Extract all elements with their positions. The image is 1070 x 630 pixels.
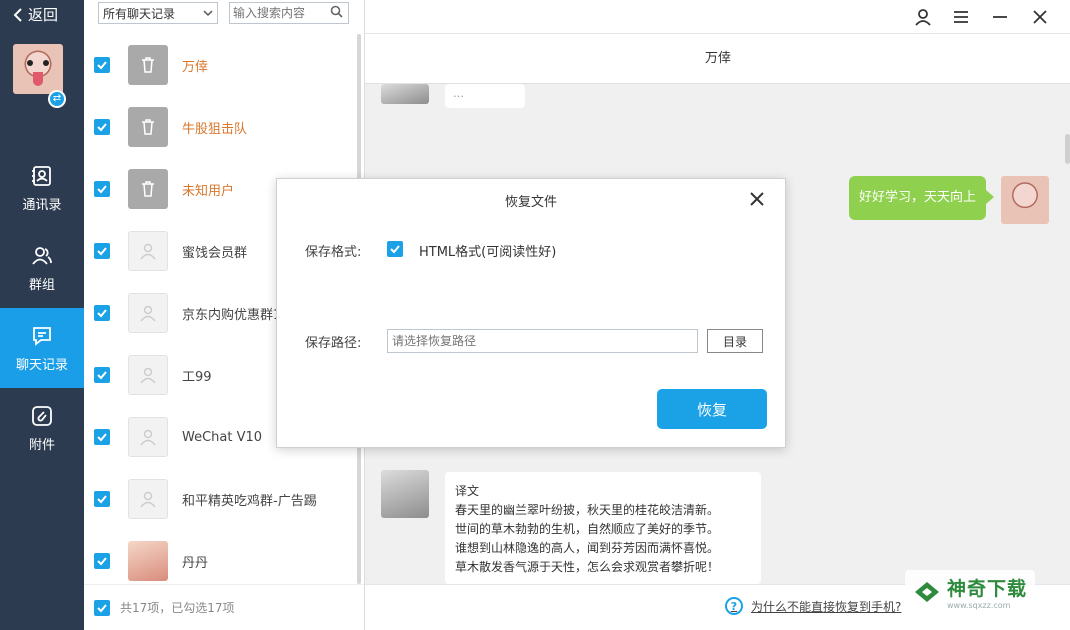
watermark-url: www.sqxzz.com — [947, 601, 1011, 610]
help-link[interactable]: ? 为什么不能直接恢复到手机? — [725, 597, 901, 615]
restore-file-dialog: 恢复文件 保存格式: HTML格式(可阅读性好) 保存路径: 目录 恢复 — [276, 178, 786, 448]
nav-item-contacts[interactable]: 通讯录 — [0, 148, 84, 228]
message-line: 谁想到山林隐逸的高人，闻到芬芳因而满怀喜悦。 — [455, 541, 720, 555]
html-format-option: HTML格式(可阅读性好) — [419, 245, 557, 260]
save-path-input[interactable] — [387, 329, 698, 353]
nav-label-groups: 群组 — [28, 277, 55, 293]
partial-message: … — [445, 84, 525, 108]
message-line: 草木散发香气源于天性，怎么会求观赏者攀折呢！ — [455, 560, 720, 574]
help-icon: ? — [725, 597, 743, 615]
my-avatar — [1001, 176, 1049, 224]
nav-label-attachments: 附件 — [28, 437, 55, 453]
user-icon — [915, 9, 931, 26]
nav-item-chat-history[interactable]: 聊天记录 — [0, 308, 84, 388]
contact-name: 京东内购优惠群12 — [182, 307, 290, 323]
default-avatar-icon — [128, 231, 168, 271]
select-checkbox[interactable] — [94, 305, 110, 321]
select-checkbox[interactable] — [94, 243, 110, 259]
contact-name: 工99 — [182, 369, 212, 385]
nav-label-chat-history: 聊天记录 — [15, 357, 68, 373]
select-checkbox[interactable] — [94, 491, 110, 507]
logo-icon — [915, 582, 939, 602]
trash-icon — [128, 169, 168, 209]
user-avatar[interactable] — [13, 44, 63, 94]
search-icon[interactable] — [326, 5, 346, 21]
sender-avatar — [381, 84, 429, 104]
contact-name: 和平精英吃鸡群-广告踢 — [182, 493, 317, 509]
minimize-icon — [993, 16, 1007, 18]
back-label: 返回 — [28, 6, 59, 24]
chevron-down-icon — [203, 10, 213, 17]
search-input[interactable] — [230, 4, 326, 22]
default-avatar-icon — [128, 293, 168, 333]
path-label: 保存路径: — [305, 336, 362, 351]
chevron-left-icon — [13, 7, 22, 22]
contact-name: 蜜饯会员群 — [182, 245, 248, 261]
close-window-button[interactable] — [1027, 4, 1053, 30]
chat-icon — [33, 326, 51, 346]
list-item[interactable]: 万倖 — [84, 34, 354, 96]
chat-title: 万倖 — [365, 34, 1070, 84]
sender-avatar — [381, 470, 429, 518]
minimize-button[interactable] — [987, 4, 1013, 30]
select-checkbox[interactable] — [94, 57, 110, 73]
nav-item-attachments[interactable]: 附件 — [0, 388, 84, 468]
message-line: 世间的草木勃勃的生机，自然顺应了美好的季节。 — [455, 522, 720, 536]
default-avatar-icon — [128, 479, 168, 519]
contact-name: 牛股狙击队 — [182, 121, 248, 137]
trash-icon — [128, 107, 168, 147]
list-footer: 共17项，已勾选17项 — [84, 584, 364, 630]
format-label: 保存格式: — [305, 245, 362, 260]
search-box — [229, 2, 349, 24]
incoming-message: 译文 春天里的幽兰翠叶纷披，秋天里的桂花皎洁清新。 世间的草木勃勃的生机，自然顺… — [445, 472, 761, 584]
select-checkbox[interactable] — [94, 429, 110, 445]
watermark-title: 神奇下载 — [947, 578, 1028, 600]
contact-name: 丹丹 — [182, 555, 209, 571]
browse-directory-button[interactable]: 目录 — [707, 329, 763, 353]
account-button[interactable] — [910, 4, 936, 30]
chat-scrollbar[interactable] — [1065, 134, 1070, 164]
default-avatar-icon — [128, 355, 168, 395]
close-icon — [750, 192, 764, 206]
back-button[interactable]: 返回 — [12, 4, 58, 25]
window-toolbar — [365, 0, 1070, 34]
contact-name: WeChat V10 — [182, 429, 263, 445]
left-nav: 返回 ⇄ 通讯录 群组 聊天记录 附件 — [0, 0, 84, 630]
swap-account-icon[interactable]: ⇄ — [48, 90, 66, 108]
chat-filter-dropdown[interactable]: 所有聊天记录 — [98, 2, 218, 24]
menu-button[interactable] — [948, 4, 974, 30]
help-text: 为什么不能直接恢复到手机? — [751, 599, 902, 614]
message-line: 春天里的幽兰翠叶纷披，秋天里的桂花皎洁清新。 — [455, 503, 720, 517]
chat-filter-value: 所有聊天记录 — [103, 6, 176, 21]
list-item[interactable]: 丹丹 — [84, 530, 354, 592]
contact-name: 万倖 — [182, 59, 209, 75]
select-checkbox[interactable] — [94, 367, 110, 383]
restore-button[interactable]: 恢复 — [657, 389, 767, 429]
attachment-icon — [32, 405, 52, 426]
trash-icon — [128, 45, 168, 85]
select-all-checkbox[interactable] — [94, 599, 110, 616]
outgoing-message: 好好学习，天天向上 — [849, 176, 995, 220]
html-format-checkbox[interactable] — [387, 241, 403, 257]
group-icon — [32, 246, 52, 265]
dialog-title: 恢复文件 — [504, 195, 557, 210]
nav-item-groups[interactable]: 群组 — [0, 228, 84, 308]
select-checkbox[interactable] — [94, 181, 110, 197]
selection-count: 共17项，已勾选17项 — [120, 601, 235, 615]
list-item[interactable]: 牛股狙击队 — [84, 96, 354, 158]
contact-name: 未知用户 — [182, 183, 235, 199]
dialog-close-button[interactable] — [749, 191, 767, 209]
close-icon — [1033, 10, 1047, 24]
select-checkbox[interactable] — [94, 119, 110, 135]
nav-label-contacts: 通讯录 — [22, 197, 62, 213]
hamburger-menu-icon — [954, 11, 968, 23]
default-avatar-icon — [128, 417, 168, 457]
list-item[interactable]: 和平精英吃鸡群-广告踢 — [84, 468, 354, 530]
contacts-icon — [32, 165, 51, 186]
select-checkbox[interactable] — [94, 553, 110, 569]
watermark: 神奇下载 www.sqxzz.com — [905, 570, 1036, 614]
contact-avatar — [128, 541, 168, 581]
message-line: 译文 — [455, 484, 480, 498]
